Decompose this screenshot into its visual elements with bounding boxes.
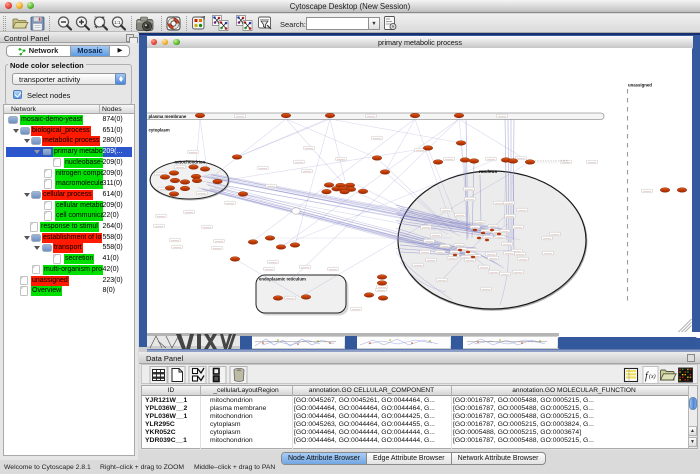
svg-text:mitochondrion: mitochondrion [175,160,206,165]
svg-text:cytoplasm: cytoplasm [149,128,170,133]
svg-text:unassigned: unassigned [628,83,652,88]
svg-text:1:1: 1:1 [114,20,121,25]
svg-text:plasma membrane: plasma membrane [149,114,187,119]
svg-text:(x): (x) [649,373,656,380]
svg-text:nucleus: nucleus [479,169,497,175]
